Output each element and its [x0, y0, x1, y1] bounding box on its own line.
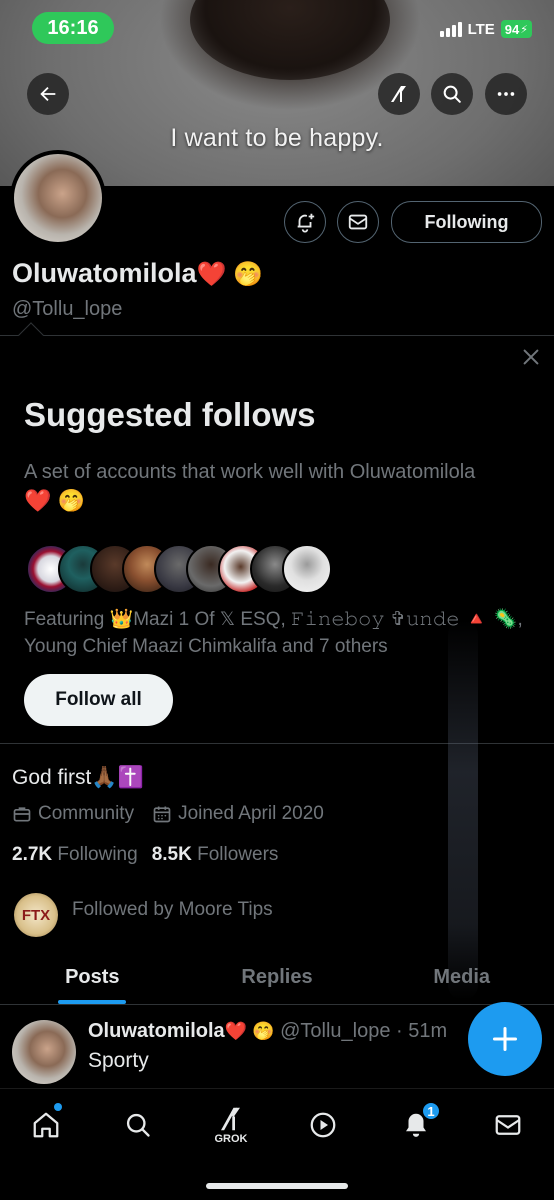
more-horizontal-icon [497, 92, 515, 96]
home-unread-dot [54, 1103, 62, 1111]
follow-all-button[interactable]: Follow all [24, 674, 173, 726]
nav-home[interactable] [26, 1105, 66, 1145]
home-icon [33, 1112, 59, 1138]
search-icon [443, 85, 461, 103]
following-count: 2.7K [12, 844, 53, 865]
following-button[interactable]: Following [391, 201, 542, 243]
follow-counts: 2.7K Following 8.5K Followers [12, 844, 278, 866]
followed-by-logo: FTX [21, 906, 51, 924]
play-circle-icon [310, 1112, 336, 1138]
display-name-text: Oluwatomilola [12, 258, 197, 288]
grok-label: GROK [214, 1133, 248, 1145]
section-divider [0, 335, 554, 336]
home-indicator [206, 1183, 348, 1189]
category-item[interactable]: Community [12, 803, 134, 825]
post-handle-time: @Tollu_lope · 51m [280, 1020, 448, 1042]
category-label: Community [38, 803, 135, 824]
nav-video[interactable] [303, 1105, 343, 1145]
post-header[interactable]: Oluwatomilola❤️ 🤭 @Tollu_lope · 51m [88, 1020, 447, 1043]
profile-tabs: Posts Replies Media [0, 950, 554, 1004]
nav-messages[interactable] [488, 1105, 528, 1145]
suggested-follows-title: Suggested follows [24, 396, 316, 433]
following-count-link[interactable]: 2.7K Following [12, 844, 138, 866]
post-author-name: Oluwatomilola [88, 1020, 225, 1042]
network-type: LTE [467, 20, 495, 38]
banner-photo-subject [190, 0, 390, 80]
following-label: Following [57, 844, 138, 865]
post-avatar[interactable] [12, 1020, 76, 1084]
tabs-divider [0, 1004, 554, 1005]
notifications-badge: 1 [421, 1101, 441, 1121]
briefcase-icon [13, 807, 31, 822]
profile-meta: Community Joined April 2020 [12, 803, 342, 825]
tab-posts[interactable]: Posts [0, 950, 185, 1004]
signal-icon [439, 21, 462, 37]
status-time: 16:16 [32, 12, 114, 44]
grok-icon [391, 86, 406, 102]
status-indicators: LTE 94 ⚡ [439, 20, 532, 38]
post-author-emoji: ❤️ 🤭 [224, 1021, 275, 1041]
suggested-follows-description: A set of accounts that work well with Ol… [24, 461, 476, 483]
grok-icon [221, 1107, 240, 1131]
message-button[interactable] [337, 201, 379, 243]
post-text: Sporty [88, 1049, 149, 1072]
search-icon [126, 1113, 150, 1137]
tab-media[interactable]: Media [369, 950, 554, 1004]
suggested-avatar[interactable] [282, 544, 332, 594]
bell-plus-icon [297, 213, 315, 233]
profile-bio: God first🙏🏾✝️ [12, 766, 144, 789]
joined-item: Joined April 2020 [152, 803, 324, 825]
followers-count-link[interactable]: 8.5K Followers [152, 844, 279, 866]
nav-search[interactable] [118, 1105, 158, 1145]
banner-caption: I want to be happy. [170, 124, 384, 152]
battery-icon: 94 ⚡ [500, 20, 532, 38]
plus-icon [492, 1026, 518, 1052]
compose-post-button[interactable] [468, 1002, 542, 1076]
followers-label: Followers [197, 844, 279, 865]
mail-icon [495, 1115, 521, 1135]
suggested-follows-emoji: ❤️ 🤭 [24, 488, 85, 513]
followed-by-avatar[interactable]: FTX [14, 893, 58, 937]
back-button[interactable] [27, 73, 69, 115]
battery-level: 94 [504, 21, 520, 37]
close-icon [523, 349, 539, 365]
followers-count: 8.5K [151, 844, 192, 865]
dismiss-suggestions-button[interactable] [520, 346, 542, 368]
popover-notch [18, 322, 44, 348]
calendar-icon [153, 806, 171, 823]
profile-handle: @Tollu_lope [12, 298, 123, 320]
display-name-emoji: ❤️ 🤭 [196, 261, 263, 288]
mail-icon [348, 214, 368, 230]
followed-by-text[interactable]: Followed by Moore Tips [72, 899, 273, 921]
grok-button[interactable] [378, 73, 420, 115]
profile-avatar[interactable] [10, 150, 106, 246]
arrow-left-icon [40, 86, 56, 102]
display-name: Oluwatomilola❤️ 🤭 [12, 258, 263, 289]
search-button[interactable] [431, 73, 473, 115]
joined-label: Joined April 2020 [178, 803, 324, 824]
more-button[interactable] [485, 73, 527, 115]
notifications-toggle-button[interactable] [284, 201, 326, 243]
swipe-glow [448, 620, 478, 1000]
tab-replies[interactable]: Replies [185, 950, 370, 1004]
